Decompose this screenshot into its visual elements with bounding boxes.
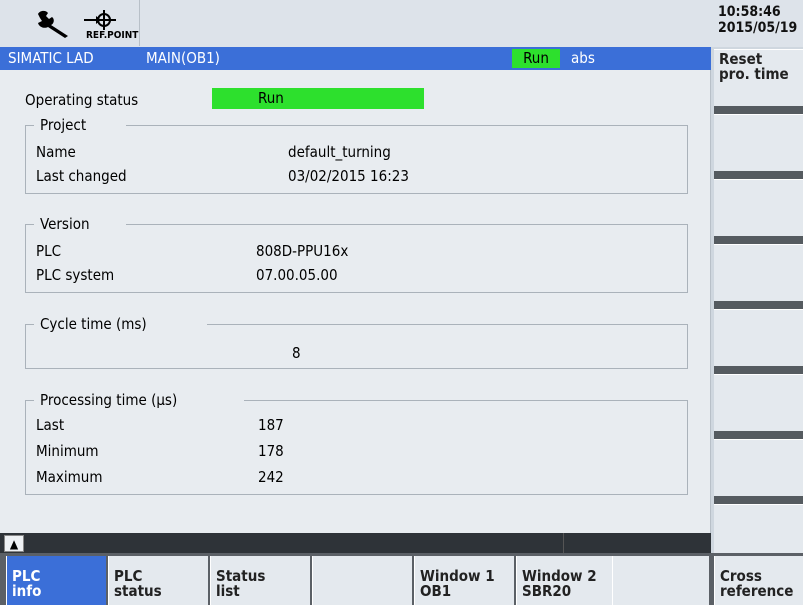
- vertical-softkey-4[interactable]: [714, 244, 803, 301]
- version-group: [25, 224, 688, 293]
- operating-status-value: Run: [258, 89, 284, 107]
- refpoint-label: REF.POINT: [86, 30, 139, 41]
- project-name-label: Name: [36, 143, 76, 161]
- softkey-status-list[interactable]: Status list: [210, 556, 310, 605]
- horizontal-softkey-bar: PLC info PLC status Status list Window 1…: [0, 553, 803, 605]
- plc-version-label: PLC: [36, 242, 62, 260]
- softkey-label: pro. time: [719, 65, 789, 83]
- softkey-empty-7[interactable]: [612, 556, 709, 605]
- processing-time-group: [25, 400, 688, 495]
- softkey-empty-4[interactable]: [312, 556, 412, 605]
- processing-max-label: Maximum: [36, 468, 103, 486]
- coord-mode-label: abs: [571, 49, 595, 67]
- softkey-plc-info[interactable]: PLC info: [6, 556, 106, 605]
- cycle-time-value: 8: [292, 344, 301, 362]
- vertical-softkey-7[interactable]: [714, 439, 803, 496]
- clock-date: 2015/05/19: [718, 20, 798, 36]
- version-group-title: Version: [40, 215, 90, 233]
- scroll-strip: [0, 533, 711, 553]
- strip-divider: [563, 533, 564, 553]
- vertical-softkey-5[interactable]: [714, 309, 803, 366]
- project-changed-value: 03/02/2015 16:23: [288, 167, 409, 185]
- processing-min-label: Minimum: [36, 442, 99, 460]
- plc-version-value: 808D-PPU16x: [256, 242, 349, 260]
- program-title: MAIN(OB1): [146, 49, 220, 67]
- softkey-window-1[interactable]: Window 1 OB1: [414, 556, 514, 605]
- processing-last-value: 187: [258, 416, 284, 434]
- mode-icons: REF.POINT: [0, 0, 140, 46]
- plc-info-panel: Operating status Run Project Name defaul…: [0, 70, 711, 533]
- wrench-icon[interactable]: [34, 8, 74, 38]
- plc-system-label: PLC system: [36, 266, 115, 284]
- softkey-cross-reference[interactable]: Cross reference: [714, 556, 803, 605]
- up-arrow-icon[interactable]: ▲: [4, 535, 24, 552]
- processing-time-title: Processing time (µs): [40, 391, 178, 409]
- vertical-softkey-2[interactable]: [714, 114, 803, 171]
- vertical-softkey-6[interactable]: [714, 374, 803, 431]
- vertical-softkey-8[interactable]: [714, 504, 803, 553]
- title-bar: SIMATIC LAD MAIN(OB1) Run abs: [0, 47, 711, 70]
- reference-point-icon[interactable]: [82, 8, 122, 30]
- processing-last-label: Last: [36, 416, 65, 434]
- softkey-window-2[interactable]: Window 2 SBR20: [516, 556, 616, 605]
- processing-min-value: 178: [258, 442, 284, 460]
- project-group-title: Project: [40, 116, 87, 134]
- plc-system-value: 07.00.05.00: [256, 266, 338, 284]
- softkey-plc-status[interactable]: PLC status: [108, 556, 208, 605]
- operating-status-indicator: Run: [212, 88, 424, 109]
- app-title: SIMATIC LAD: [8, 49, 94, 67]
- clock-time: 10:58:46: [718, 4, 781, 20]
- vertical-softkey-bar: Reset pro. time: [711, 47, 803, 553]
- operating-status-label: Operating status: [25, 91, 139, 109]
- processing-max-value: 242: [258, 468, 284, 486]
- project-name-value: default_turning: [288, 143, 391, 161]
- run-state-badge: Run: [512, 49, 560, 68]
- vertical-softkey-3[interactable]: [714, 179, 803, 236]
- softkey-reset-pro-time[interactable]: Reset pro. time: [714, 49, 803, 106]
- clock: 10:58:46 2015/05/19: [718, 4, 803, 36]
- project-changed-label: Last changed: [36, 167, 127, 185]
- cycle-time-title: Cycle time (ms): [40, 315, 147, 333]
